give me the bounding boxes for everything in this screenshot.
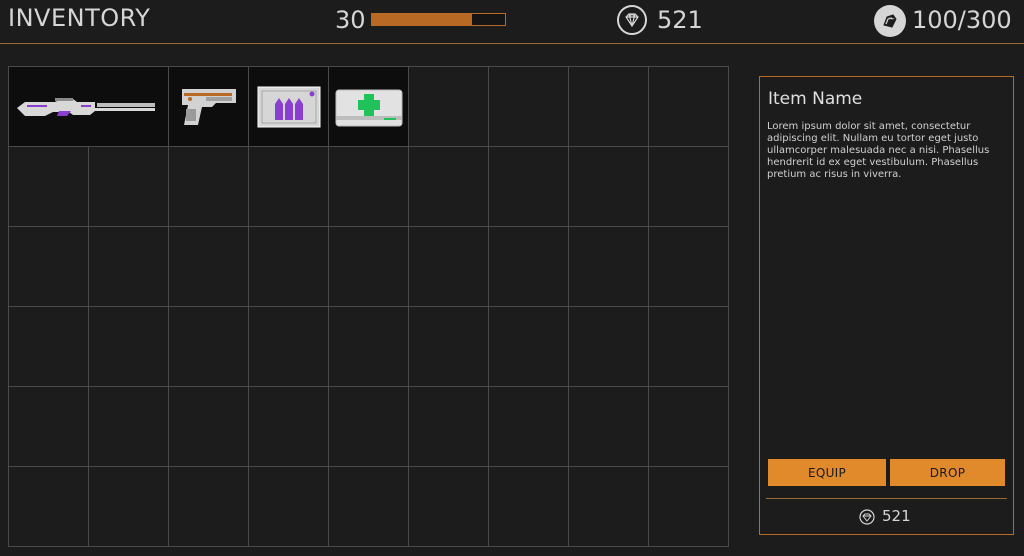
inventory-slot[interactable] [648, 466, 729, 547]
inventory-slot[interactable] [248, 226, 329, 307]
inventory-slot[interactable] [328, 386, 409, 467]
page-title: INVENTORY [8, 4, 151, 32]
inventory-slot[interactable] [648, 226, 729, 307]
inventory-slot[interactable] [168, 226, 249, 307]
inventory-slot[interactable] [488, 466, 569, 547]
inventory-slot[interactable] [408, 226, 489, 307]
player-level: 30 [335, 6, 366, 34]
item-slot-ammo-box[interactable] [248, 66, 329, 147]
pistol-icon [181, 88, 236, 125]
inventory-slot[interactable] [408, 306, 489, 387]
medkit-icon [335, 89, 402, 126]
inventory-slot[interactable] [568, 466, 649, 547]
gem-icon [617, 5, 647, 35]
inventory-slot[interactable] [568, 226, 649, 307]
inventory-slot[interactable] [488, 146, 569, 227]
inventory-slot[interactable] [648, 386, 729, 467]
xp-bar [371, 13, 506, 26]
ammo-box-icon [257, 86, 320, 127]
inventory-slot[interactable] [408, 386, 489, 467]
item-slot-medkit[interactable] [328, 66, 409, 147]
inventory-slot[interactable] [328, 146, 409, 227]
inventory-slot[interactable] [488, 226, 569, 307]
inventory-slot[interactable] [408, 146, 489, 227]
inventory-slot[interactable] [648, 146, 729, 227]
sniper-rifle-icon [16, 97, 155, 116]
item-slot-sniper-rifle[interactable] [8, 66, 169, 147]
inventory-slot[interactable] [88, 226, 169, 307]
weight-capacity: 100/300 [912, 6, 1012, 34]
inventory-slot[interactable] [648, 306, 729, 387]
xp-bar-fill [372, 14, 472, 25]
item-detail-panel: Item Name Lorem ipsum dolor sit amet, co… [759, 76, 1014, 535]
inventory-slot[interactable] [88, 146, 169, 227]
inventory-slot[interactable] [488, 306, 569, 387]
item-name: Item Name [768, 89, 863, 109]
inventory-slot[interactable] [168, 466, 249, 547]
inventory-slot[interactable] [568, 146, 649, 227]
inventory-slot[interactable] [8, 146, 89, 227]
inventory-slot[interactable] [168, 386, 249, 467]
inventory-slot[interactable] [248, 386, 329, 467]
inventory-slot[interactable] [168, 146, 249, 227]
inventory-slot[interactable] [328, 306, 409, 387]
weight-icon [874, 5, 906, 37]
inventory-slot[interactable] [8, 466, 89, 547]
top-bar: INVENTORY 30 521 100/300 [0, 0, 1024, 44]
inventory-slot[interactable] [488, 386, 569, 467]
gem-count: 521 [657, 6, 703, 34]
equip-button[interactable]: EQUIP [768, 459, 886, 486]
gem-icon [859, 509, 875, 525]
inventory-slot[interactable] [88, 466, 169, 547]
inventory-slot[interactable] [248, 306, 329, 387]
inventory-slot[interactable] [88, 386, 169, 467]
inventory-slot[interactable] [648, 66, 729, 147]
drop-button[interactable]: DROP [890, 459, 1005, 486]
inventory-slot[interactable] [488, 66, 569, 147]
divider [766, 498, 1007, 499]
inventory-slot[interactable] [8, 306, 89, 387]
inventory-slot[interactable] [8, 226, 89, 307]
inventory-slot[interactable] [248, 146, 329, 227]
inventory-slot[interactable] [328, 466, 409, 547]
inventory-slot[interactable] [568, 386, 649, 467]
inventory-slot[interactable] [568, 306, 649, 387]
inventory-grid [8, 66, 730, 547]
inventory-slot[interactable] [328, 226, 409, 307]
item-slot-pistol[interactable] [168, 66, 249, 147]
inventory-slot[interactable] [248, 466, 329, 547]
inventory-slot[interactable] [408, 66, 489, 147]
inventory-slot[interactable] [8, 386, 89, 467]
inventory-slot[interactable] [408, 466, 489, 547]
inventory-slot[interactable] [168, 306, 249, 387]
item-description: Lorem ipsum dolor sit amet, consectetur … [767, 121, 990, 180]
inventory-slot[interactable] [568, 66, 649, 147]
item-value: 521 [882, 507, 911, 525]
inventory-slot[interactable] [88, 306, 169, 387]
